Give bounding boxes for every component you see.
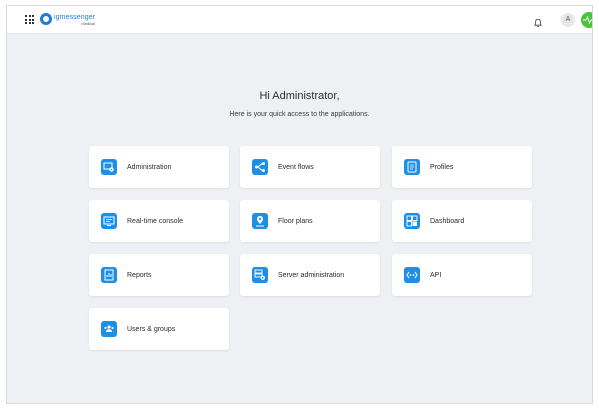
- app-card-label: Profiles: [430, 163, 454, 171]
- event-flows-icon: [252, 159, 268, 175]
- app-launcher-icon[interactable]: [25, 15, 34, 24]
- greeting-heading: Hi Administrator,: [259, 90, 340, 102]
- app-card-users-groups[interactable]: Users & groups: [89, 308, 229, 350]
- status-activity-icon[interactable]: [581, 12, 592, 28]
- greeting-subtitle: Here is your quick access to the applica…: [229, 111, 370, 118]
- administration-icon: [101, 159, 117, 175]
- app-card-event-flows[interactable]: Event flows: [240, 146, 380, 188]
- app-card-real-time-console[interactable]: Real-time console: [89, 200, 229, 242]
- floor-plans-icon: [252, 213, 268, 229]
- app-card-label: Floor plans: [278, 217, 313, 225]
- user-avatar[interactable]: A: [561, 13, 575, 27]
- top-bar: igmessenger Medical A: [7, 6, 592, 34]
- users-groups-icon: [101, 321, 117, 337]
- app-card-label: Reports: [127, 271, 152, 279]
- app-card-server-administration[interactable]: Server administration: [240, 254, 380, 296]
- profiles-icon: [404, 159, 420, 175]
- app-card-dashboard[interactable]: Dashboard: [392, 200, 532, 242]
- app-card-label: Users & groups: [127, 325, 176, 333]
- reports-icon: [101, 267, 117, 283]
- app-card-label: API: [430, 271, 442, 279]
- logo-mark-icon: [40, 13, 52, 25]
- real-time-console-icon: [101, 213, 117, 229]
- app-card-profiles[interactable]: Profiles: [392, 146, 532, 188]
- app-card-label: Administration: [127, 163, 172, 171]
- app-card-label: Real-time console: [127, 217, 184, 225]
- notifications-bell-icon[interactable]: [533, 15, 543, 28]
- logo-subtitle: Medical: [81, 21, 96, 26]
- app-card-floor-plans[interactable]: Floor plans: [240, 200, 380, 242]
- logo[interactable]: igmessenger Medical: [40, 11, 95, 29]
- api-icon: [404, 267, 420, 283]
- app-window: igmessenger Medical A Hi Administrator, …: [6, 5, 593, 404]
- dashboard-icon: [404, 213, 420, 229]
- app-card-administration[interactable]: Administration: [89, 146, 229, 188]
- logo-name: igmessenger: [54, 14, 96, 21]
- app-card-reports[interactable]: Reports: [89, 254, 229, 296]
- app-card-label: Event flows: [278, 163, 314, 171]
- app-card-api[interactable]: API: [392, 254, 532, 296]
- server-administration-icon: [252, 267, 268, 283]
- app-card-label: Server administration: [278, 271, 345, 279]
- app-card-label: Dashboard: [430, 217, 465, 225]
